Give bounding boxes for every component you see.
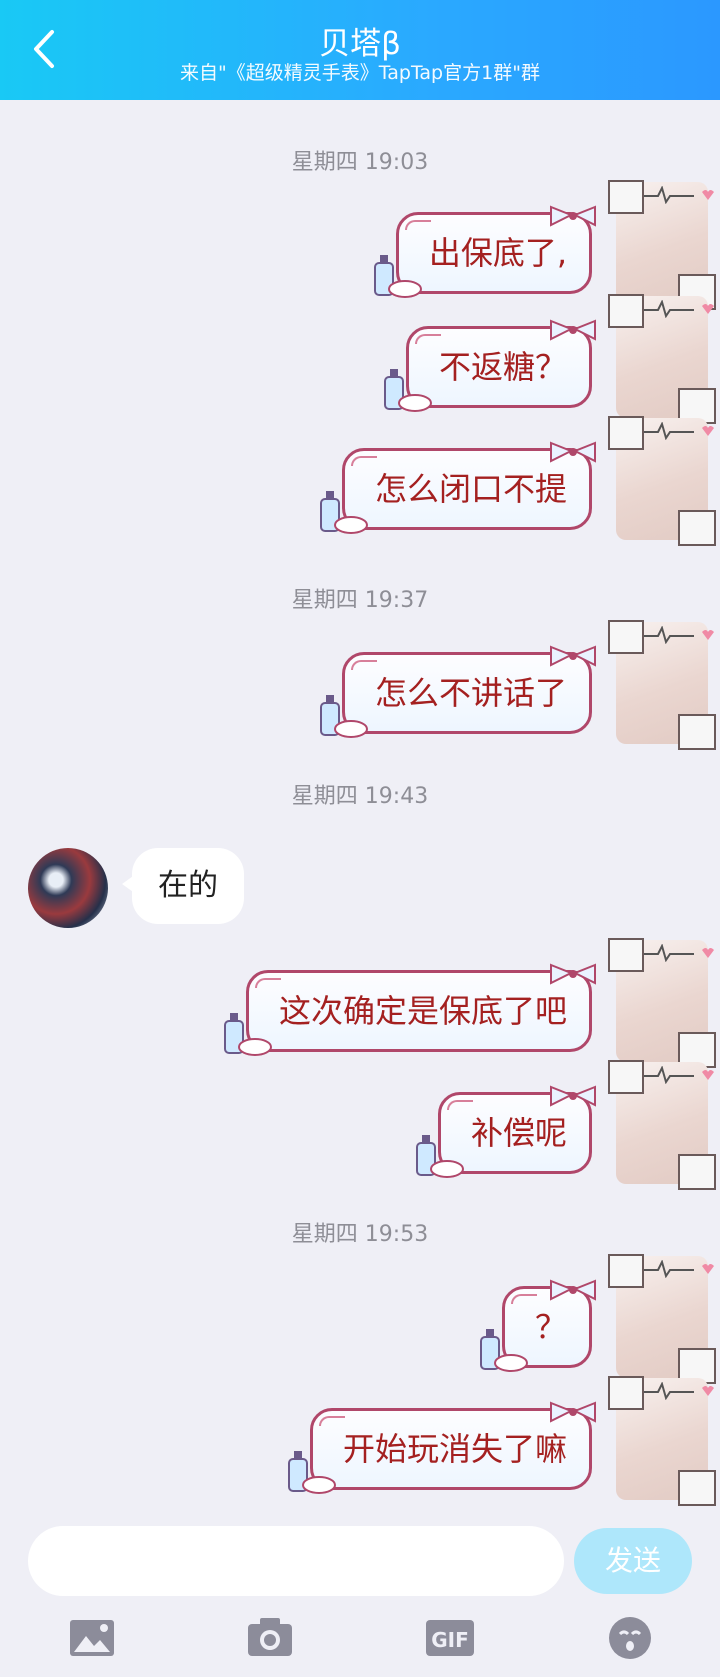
message-text: ？ (534, 1308, 567, 1346)
bottle-decoration-icon (319, 491, 368, 534)
bow-decoration-icon (550, 1085, 596, 1107)
message-text: 不返糖？ (438, 348, 567, 386)
message-bubble[interactable]: 这次确定是保底了吧 (223, 963, 596, 1056)
contact-avatar[interactable] (28, 848, 108, 928)
bottle-decoration-icon (373, 255, 422, 298)
message-outgoing[interactable]: 怎么闭口不提 (319, 441, 596, 534)
bow-decoration-icon (550, 319, 596, 341)
image-icon (70, 1620, 114, 1656)
message-bubble[interactable]: 怎么不讲话了 (319, 645, 596, 738)
bottle-decoration-icon (383, 369, 432, 412)
heartbeat-icon (644, 626, 714, 644)
message-text: 出保底了, (428, 234, 567, 272)
composer: 发送 GIF (0, 1508, 720, 1677)
svg-text:GIF: GIF (431, 1628, 469, 1652)
heartbeat-icon (644, 944, 714, 962)
camera-icon (248, 1618, 292, 1656)
avatar-illustration (608, 1254, 716, 1384)
chat-subtitle: 来自"《超级精灵手表》TapTap官方1群"群 (180, 62, 540, 84)
gif-icon: GIF (426, 1620, 474, 1656)
timestamp: 星期四 19:43 (291, 784, 429, 809)
message-bubble[interactable]: 补偿呢 (415, 1085, 596, 1178)
bottle-decoration-icon (415, 1135, 464, 1178)
camera-button[interactable] (246, 1616, 294, 1660)
send-button[interactable]: 发送 (574, 1528, 692, 1594)
message-bubble-incoming[interactable]: 在的 (122, 848, 244, 924)
message-outgoing[interactable]: 出保底了, (373, 205, 596, 298)
message-text: 补偿呢 (470, 1114, 567, 1152)
message-bubble[interactable]: ？ (479, 1279, 596, 1372)
emoji-button[interactable] (606, 1616, 654, 1660)
heartbeat-icon (644, 1066, 714, 1084)
avatar-illustration (608, 620, 716, 750)
bottle-decoration-icon (319, 695, 368, 738)
bow-decoration-icon (550, 1279, 596, 1301)
timestamp: 星期四 19:53 (291, 1222, 429, 1247)
heartbeat-icon (644, 1382, 714, 1400)
message-text: 在的 (158, 868, 218, 903)
bow-decoration-icon (550, 963, 596, 985)
bow-decoration-icon (550, 205, 596, 227)
message-input[interactable] (28, 1526, 564, 1596)
chat-title: 贝塔β (319, 26, 401, 62)
emoji-icon (609, 1617, 651, 1659)
message-outgoing[interactable]: ？ (479, 1279, 596, 1372)
avatar-illustration (608, 1376, 716, 1506)
message-text: 这次确定是保底了吧 (278, 992, 567, 1030)
message-outgoing[interactable]: 不返糖？ (383, 319, 596, 412)
heartbeat-icon (644, 186, 714, 204)
bottle-decoration-icon (479, 1329, 528, 1372)
timestamp: 星期四 19:03 (291, 150, 429, 175)
message-outgoing[interactable]: 补偿呢 (415, 1085, 596, 1178)
avatar-illustration (608, 416, 716, 546)
message-text: 开始玩消失了嘛 (342, 1430, 567, 1468)
heartbeat-icon (644, 300, 714, 318)
message-bubble[interactable]: 出保底了, (373, 205, 596, 298)
bottle-decoration-icon (287, 1451, 336, 1494)
message-bubble[interactable]: 怎么闭口不提 (319, 441, 596, 534)
image-button[interactable] (68, 1616, 116, 1660)
avatar-illustration (608, 294, 716, 424)
heartbeat-icon (644, 422, 714, 440)
chat-header: 贝塔β 来自"《超级精灵手表》TapTap官方1群"群 (0, 0, 720, 100)
bow-decoration-icon (550, 645, 596, 667)
message-outgoing[interactable]: 这次确定是保底了吧 (223, 963, 596, 1056)
gif-button[interactable]: GIF (426, 1616, 474, 1660)
bottle-decoration-icon (223, 1013, 272, 1056)
avatar-illustration (608, 180, 716, 310)
timestamp: 星期四 19:37 (291, 588, 429, 613)
bow-decoration-icon (550, 1401, 596, 1423)
message-list[interactable]: 星期四 19:03 出保底了, 不返糖？ 怎么闭口不提 星期四 19:37 怎么… (0, 100, 720, 1508)
message-outgoing[interactable]: 怎么不讲话了 (319, 645, 596, 738)
heartbeat-icon (644, 1260, 714, 1278)
message-outgoing[interactable]: 开始玩消失了嘛 (287, 1401, 596, 1494)
message-text: 怎么闭口不提 (374, 470, 567, 508)
avatar-illustration (608, 938, 716, 1068)
message-bubble[interactable]: 开始玩消失了嘛 (287, 1401, 596, 1494)
message-text: 怎么不讲话了 (374, 674, 567, 712)
avatar-illustration (608, 1060, 716, 1190)
message-bubble[interactable]: 不返糖？ (383, 319, 596, 412)
bow-decoration-icon (550, 441, 596, 463)
